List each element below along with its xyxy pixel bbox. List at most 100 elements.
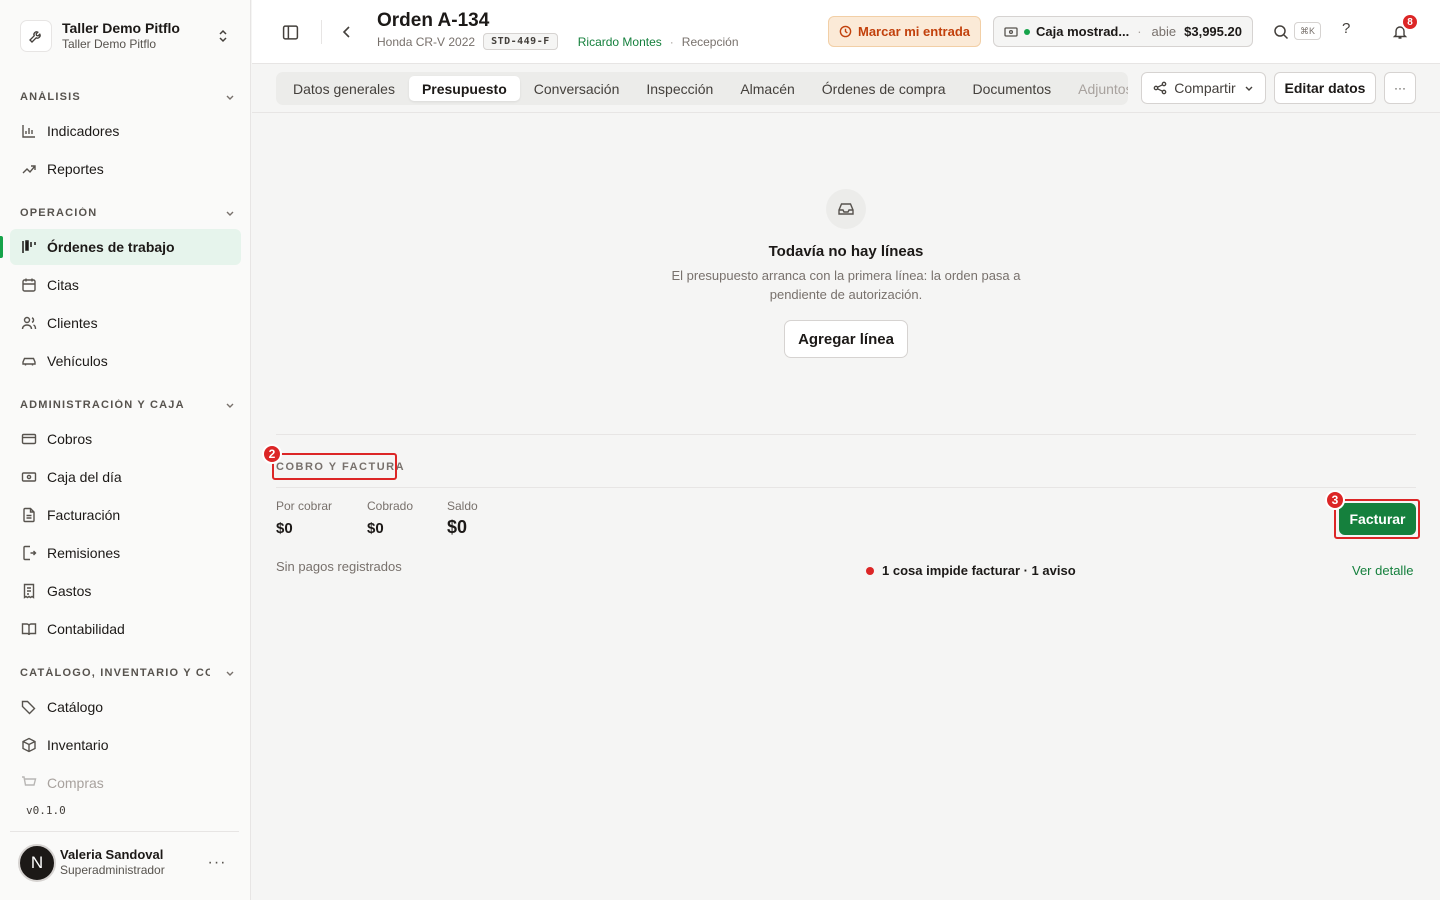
stat-cobrado: Cobrado $0 [367, 499, 414, 537]
vehicle-name: Honda CR-V 2022 [377, 34, 476, 49]
page-title: Orden A-134 [377, 10, 490, 31]
package-icon [20, 737, 37, 754]
chevron-down-icon [226, 671, 234, 676]
tab-presupuesto[interactable]: Presupuesto [408, 76, 520, 101]
back-chevron-icon[interactable] [333, 18, 361, 46]
tab-datos-generales[interactable]: Datos generales [280, 76, 408, 101]
notification-badge: 8 [1401, 13, 1419, 31]
check-in-button[interactable]: Marcar mi entrada [828, 16, 981, 47]
user-role: Superadministrador [60, 863, 165, 877]
empty-state-description: El presupuesto arranca con la primera lí… [671, 268, 1021, 302]
kanban-icon [20, 239, 37, 256]
sidebar-item-citas[interactable]: Citas [10, 267, 241, 303]
section-header-analisis[interactable]: ANÁLISIS [20, 87, 235, 107]
book-icon [20, 621, 37, 638]
inbox-icon [826, 189, 866, 229]
divider [276, 487, 1416, 488]
chevron-down-icon [226, 95, 234, 100]
cart-icon [20, 775, 37, 792]
meta-separator: · [669, 34, 674, 49]
sidebar-item-ordenes-de-trabajo[interactable]: Órdenes de trabajo [10, 229, 241, 265]
tab-inspeccion[interactable]: Inspección [633, 76, 726, 101]
tags-icon [20, 699, 37, 716]
cash-register-button[interactable]: Caja mostrad... · abie $3,995.20 [993, 16, 1253, 47]
section-header-catalogo[interactable]: CATÁLOGO, INVENTARIO Y CO... [20, 663, 235, 683]
sidebar-item-vehiculos[interactable]: Vehículos [10, 343, 241, 379]
cash-register-name: Caja mostrad... [1036, 24, 1130, 39]
sidebar: Taller Demo Pitflo Taller Demo Pitflo AN… [0, 0, 251, 900]
cash-register-state: abie [1151, 24, 1177, 39]
more-horizontal-icon[interactable]: ··· [1384, 72, 1416, 104]
tab-ordenes-de-compra[interactable]: Órdenes de compra [809, 76, 959, 101]
user-name: Valeria Sandoval [60, 847, 164, 862]
cash-register-amount: $3,995.20 [1184, 24, 1242, 39]
banknote-icon [20, 469, 37, 486]
app-version: v0.1.0 [26, 804, 66, 817]
plate-badge: STD-449-F [483, 33, 558, 50]
error-dot [866, 566, 874, 575]
workspace-switcher[interactable]: Taller Demo Pitflo Taller Demo Pitflo [10, 10, 241, 62]
sidebar-item-clientes[interactable]: Clientes [10, 305, 241, 341]
view-detail-link[interactable]: Ver detalle [1352, 563, 1413, 578]
section-header-administracion[interactable]: ADMINISTRACIÓN Y CAJA [20, 395, 235, 415]
chevron-down-icon [226, 211, 234, 216]
banknote-icon [1004, 26, 1018, 38]
sidebar-item-reportes[interactable]: Reportes [10, 151, 241, 187]
divider [276, 434, 1416, 435]
sidebar-item-remisiones[interactable]: Remisiones [10, 535, 241, 571]
trend-up-icon [20, 161, 37, 178]
section-header-operacion[interactable]: OPERACIÓN [20, 203, 235, 223]
tab-adjuntos[interactable]: Adjuntos [1065, 76, 1128, 101]
calendar-icon [20, 277, 37, 294]
workspace-name: Taller Demo Pitflo [62, 20, 180, 36]
tab-conversacion[interactable]: Conversación [521, 76, 633, 101]
sidebar-item-indicadores[interactable]: Indicadores [10, 113, 241, 149]
annotation-marker-2: 2 [262, 444, 282, 464]
stat-saldo: Saldo $0 [447, 499, 478, 537]
receipt-icon [20, 583, 37, 600]
tab-documentos[interactable]: Documentos [960, 76, 1065, 101]
sidebar-item-cobros[interactable]: Cobros [10, 421, 241, 457]
search-icon[interactable] [1267, 18, 1295, 46]
header-divider [321, 20, 322, 44]
order-stage: Recepción [681, 34, 739, 49]
sidebar-item-catalogo[interactable]: Catálogo [10, 689, 241, 725]
highlight-box-invoice [1334, 499, 1420, 539]
customer-link[interactable]: Ricardo Montes [578, 35, 662, 49]
workspace-subtitle: Taller Demo Pitflo [62, 37, 157, 51]
order-meta: Honda CR-V 2022 STD-449-F Ricardo Montes… [377, 33, 739, 50]
more-horizontal-icon[interactable]: ··· [203, 854, 231, 872]
sidebar-item-contabilidad[interactable]: Contabilidad [10, 611, 241, 647]
sidebar-toggle-icon[interactable] [276, 18, 304, 46]
tab-almacen[interactable]: Almacén [727, 76, 807, 101]
car-icon [20, 353, 37, 370]
sidebar-item-compras[interactable]: Compras [10, 765, 241, 801]
cash-separator: · [1137, 24, 1142, 39]
status-dot [1024, 28, 1030, 35]
credit-card-icon [20, 431, 37, 448]
avatar: N [18, 843, 56, 882]
page-header: Orden A-134 Honda CR-V 2022 STD-449-F Ri… [252, 0, 1440, 64]
chevron-up-down-icon [215, 28, 231, 44]
invoice-blocker-status: 1 cosa impide facturar · 1 aviso [866, 563, 1076, 578]
annotation-marker-3: 3 [1325, 490, 1345, 510]
sidebar-item-facturacion[interactable]: Facturación [10, 497, 241, 533]
help-icon[interactable]: ? [1342, 20, 1350, 37]
sidebar-item-inventario[interactable]: Inventario [10, 727, 241, 763]
user-menu[interactable]: N Valeria Sandoval Superadministrador ··… [10, 831, 239, 893]
bar-chart-icon [20, 123, 37, 140]
add-line-button[interactable]: Agregar línea [784, 320, 908, 358]
search-shortcut: ⌘K [1294, 22, 1322, 40]
edit-data-button[interactable]: Editar datos [1274, 72, 1376, 104]
file-text-icon [20, 507, 37, 524]
sidebar-item-gastos[interactable]: Gastos [10, 573, 241, 609]
tabs-toolbar: Datos generales Presupuesto Conversación… [252, 64, 1440, 113]
chevron-down-icon [1244, 83, 1254, 93]
wrench-icon [20, 20, 52, 52]
share-icon [1153, 81, 1167, 95]
users-icon [20, 315, 37, 332]
tab-list: Datos generales Presupuesto Conversación… [276, 72, 1128, 105]
stat-por-cobrar: Por cobrar $0 [276, 499, 333, 537]
sidebar-item-caja-del-dia[interactable]: Caja del día [10, 459, 241, 495]
share-button[interactable]: Compartir [1141, 72, 1266, 104]
